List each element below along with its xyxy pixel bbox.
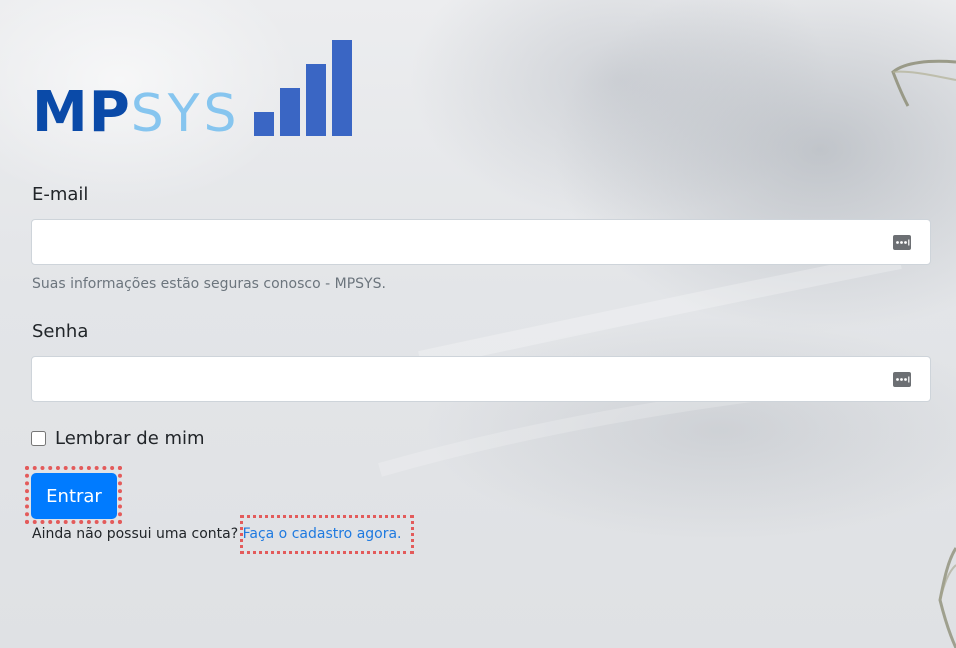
remember-me: Lembrar de mim	[31, 428, 205, 449]
password-label: Senha	[32, 321, 89, 342]
email-field-wrapper	[31, 219, 931, 265]
email-field[interactable]	[32, 220, 930, 264]
logo-text-mp: MP	[32, 80, 131, 145]
signup-link-highlight	[240, 515, 414, 554]
logo-wordmark: MPSYS	[32, 80, 241, 145]
password-field-wrapper	[31, 356, 931, 402]
signup-prompt-text: Ainda não possui uma conta?	[32, 526, 239, 542]
remember-me-label[interactable]: Lembrar de mim	[55, 428, 205, 449]
password-manager-icon[interactable]	[893, 234, 911, 251]
logo-text-sys: SYS	[130, 84, 241, 144]
password-field[interactable]	[32, 357, 930, 401]
remember-me-checkbox[interactable]	[31, 431, 46, 446]
password-manager-icon[interactable]	[893, 371, 911, 388]
email-help-text: Suas informações estão seguras conosco -…	[32, 276, 386, 292]
mpsys-logo: MPSYS	[32, 38, 354, 144]
signal-bars-icon	[254, 40, 352, 136]
email-label: E-mail	[32, 184, 89, 205]
login-button[interactable]: Entrar	[31, 473, 117, 519]
